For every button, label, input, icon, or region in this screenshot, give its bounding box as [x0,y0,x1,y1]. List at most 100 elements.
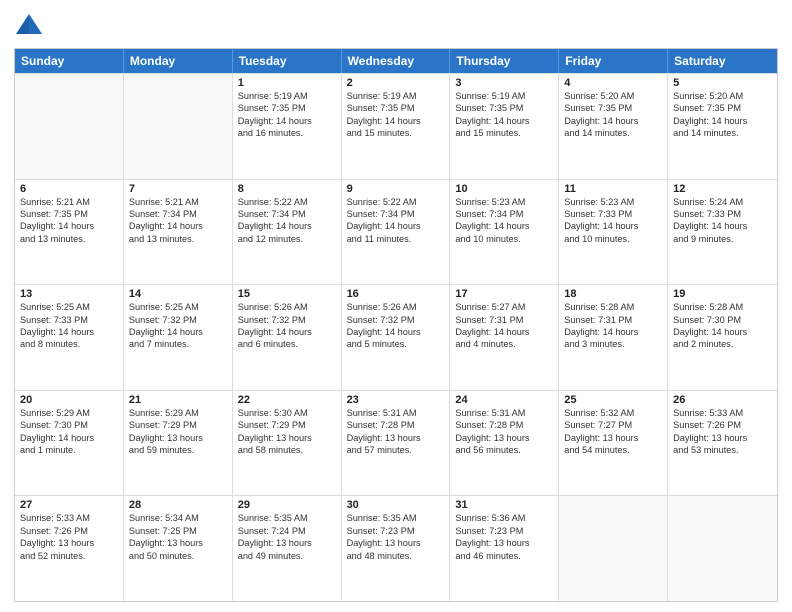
cell-line: and 2 minutes. [673,338,772,350]
cell-line: and 7 minutes. [129,338,227,350]
day-number: 7 [129,183,227,195]
cell-line: Daylight: 14 hours [347,220,445,232]
day-number: 8 [238,183,336,195]
cell-line: Daylight: 14 hours [20,326,118,338]
cell-line: Daylight: 13 hours [20,537,118,549]
calendar-cell: 14Sunrise: 5:25 AMSunset: 7:32 PMDayligh… [124,285,233,390]
calendar-cell: 9Sunrise: 5:22 AMSunset: 7:34 PMDaylight… [342,180,451,285]
header-cell-thursday: Thursday [450,49,559,73]
cell-line: Daylight: 13 hours [455,432,553,444]
cell-line: and 9 minutes. [673,233,772,245]
cell-line: Sunset: 7:34 PM [129,208,227,220]
cell-line: Sunrise: 5:19 AM [238,90,336,102]
cell-line: and 58 minutes. [238,444,336,456]
cell-line: Sunrise: 5:23 AM [455,196,553,208]
cell-line: Sunrise: 5:35 AM [238,512,336,524]
calendar-cell: 6Sunrise: 5:21 AMSunset: 7:35 PMDaylight… [15,180,124,285]
calendar-cell: 20Sunrise: 5:29 AMSunset: 7:30 PMDayligh… [15,391,124,496]
cell-line: Sunrise: 5:28 AM [673,301,772,313]
calendar-cell: 10Sunrise: 5:23 AMSunset: 7:34 PMDayligh… [450,180,559,285]
cell-line: and 15 minutes. [347,127,445,139]
calendar-cell: 30Sunrise: 5:35 AMSunset: 7:23 PMDayligh… [342,496,451,601]
cell-line: Sunset: 7:30 PM [673,314,772,326]
cell-line: Daylight: 13 hours [129,432,227,444]
calendar-cell: 24Sunrise: 5:31 AMSunset: 7:28 PMDayligh… [450,391,559,496]
calendar-header-row: SundayMondayTuesdayWednesdayThursdayFrid… [15,49,777,73]
cell-line: Sunrise: 5:20 AM [673,90,772,102]
day-number: 26 [673,394,772,406]
header-cell-monday: Monday [124,49,233,73]
cell-line: Sunset: 7:31 PM [455,314,553,326]
cell-line: Sunrise: 5:21 AM [20,196,118,208]
cell-line: Daylight: 13 hours [347,537,445,549]
cell-line: and 14 minutes. [673,127,772,139]
calendar-cell: 23Sunrise: 5:31 AMSunset: 7:28 PMDayligh… [342,391,451,496]
calendar-row-2: 6Sunrise: 5:21 AMSunset: 7:35 PMDaylight… [15,179,777,285]
cell-line: Sunset: 7:34 PM [347,208,445,220]
cell-line: Sunrise: 5:22 AM [238,196,336,208]
calendar-cell: 27Sunrise: 5:33 AMSunset: 7:26 PMDayligh… [15,496,124,601]
cell-line: Daylight: 14 hours [20,432,118,444]
calendar-cell: 2Sunrise: 5:19 AMSunset: 7:35 PMDaylight… [342,74,451,179]
cell-line: Daylight: 14 hours [20,220,118,232]
cell-line: Sunset: 7:30 PM [20,419,118,431]
calendar-cell: 1Sunrise: 5:19 AMSunset: 7:35 PMDaylight… [233,74,342,179]
cell-line: Sunset: 7:32 PM [347,314,445,326]
cell-line: Daylight: 13 hours [455,537,553,549]
cell-line: Daylight: 14 hours [129,220,227,232]
page: SundayMondayTuesdayWednesdayThursdayFrid… [0,0,792,612]
cell-line: and 1 minute. [20,444,118,456]
cell-line: Daylight: 13 hours [347,432,445,444]
day-number: 9 [347,183,445,195]
cell-line: Sunrise: 5:19 AM [455,90,553,102]
cell-line: Sunrise: 5:36 AM [455,512,553,524]
cell-line: Sunset: 7:33 PM [673,208,772,220]
calendar-cell: 28Sunrise: 5:34 AMSunset: 7:25 PMDayligh… [124,496,233,601]
cell-line: Daylight: 14 hours [673,326,772,338]
header [14,10,778,40]
header-cell-wednesday: Wednesday [342,49,451,73]
day-number: 4 [564,77,662,89]
calendar-cell: 15Sunrise: 5:26 AMSunset: 7:32 PMDayligh… [233,285,342,390]
calendar-cell: 21Sunrise: 5:29 AMSunset: 7:29 PMDayligh… [124,391,233,496]
cell-line: Daylight: 13 hours [238,537,336,549]
calendar-cell: 11Sunrise: 5:23 AMSunset: 7:33 PMDayligh… [559,180,668,285]
cell-line: and 59 minutes. [129,444,227,456]
cell-line: Daylight: 14 hours [455,220,553,232]
cell-line: Sunrise: 5:31 AM [455,407,553,419]
cell-line: and 4 minutes. [455,338,553,350]
day-number: 14 [129,288,227,300]
cell-line: Daylight: 14 hours [455,115,553,127]
cell-line: Sunset: 7:35 PM [455,102,553,114]
day-number: 1 [238,77,336,89]
cell-line: Sunrise: 5:25 AM [129,301,227,313]
calendar-row-5: 27Sunrise: 5:33 AMSunset: 7:26 PMDayligh… [15,495,777,601]
cell-line: Sunrise: 5:31 AM [347,407,445,419]
cell-line: Daylight: 13 hours [673,432,772,444]
calendar: SundayMondayTuesdayWednesdayThursdayFrid… [14,48,778,602]
calendar-cell [124,74,233,179]
cell-line: Sunset: 7:35 PM [673,102,772,114]
calendar-cell: 16Sunrise: 5:26 AMSunset: 7:32 PMDayligh… [342,285,451,390]
cell-line: and 13 minutes. [20,233,118,245]
cell-line: Sunrise: 5:21 AM [129,196,227,208]
calendar-cell: 31Sunrise: 5:36 AMSunset: 7:23 PMDayligh… [450,496,559,601]
cell-line: Daylight: 14 hours [673,220,772,232]
day-number: 19 [673,288,772,300]
cell-line: and 10 minutes. [455,233,553,245]
cell-line: Daylight: 13 hours [129,537,227,549]
cell-line: Sunset: 7:34 PM [455,208,553,220]
cell-line: Sunrise: 5:20 AM [564,90,662,102]
cell-line: Sunset: 7:28 PM [455,419,553,431]
cell-line: and 54 minutes. [564,444,662,456]
day-number: 24 [455,394,553,406]
cell-line: Sunset: 7:27 PM [564,419,662,431]
cell-line: and 57 minutes. [347,444,445,456]
cell-line: Sunset: 7:31 PM [564,314,662,326]
day-number: 28 [129,499,227,511]
calendar-cell: 4Sunrise: 5:20 AMSunset: 7:35 PMDaylight… [559,74,668,179]
cell-line: Sunset: 7:23 PM [347,525,445,537]
cell-line: and 12 minutes. [238,233,336,245]
cell-line: Sunrise: 5:23 AM [564,196,662,208]
day-number: 22 [238,394,336,406]
